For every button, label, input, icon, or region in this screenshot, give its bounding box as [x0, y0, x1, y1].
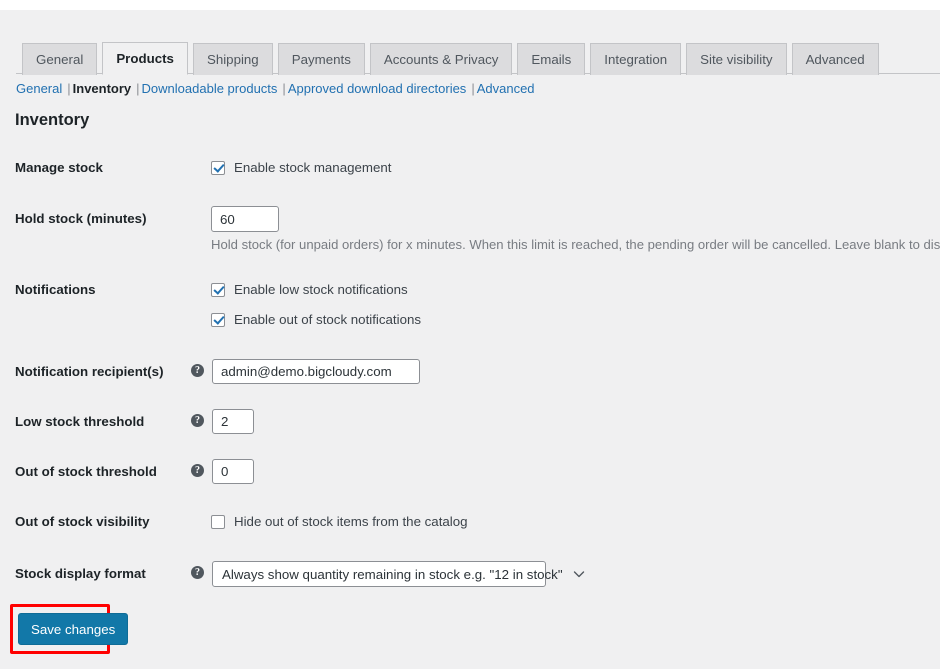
subnav-separator: |	[136, 81, 140, 96]
tab-products[interactable]: Products	[102, 42, 188, 75]
checkbox-enable-out-of-stock-notifications[interactable]	[211, 312, 225, 327]
subnav-item-general[interactable]: General	[16, 81, 62, 96]
input-notification-recipients[interactable]	[212, 359, 420, 384]
subnav-separator: |	[282, 81, 286, 96]
settings-tab-bar: General Products Shipping Payments Accou…	[22, 41, 884, 75]
label-stock-display-format: Stock display format	[15, 566, 146, 581]
tab-advanced[interactable]: Advanced	[791, 43, 879, 75]
checkbox-label-enable-out-of-stock-notifications[interactable]: Enable out of stock notifications	[234, 312, 421, 327]
help-icon-low-stock-threshold[interactable]: ?	[191, 414, 204, 427]
label-low-stock-threshold: Low stock threshold	[15, 414, 145, 429]
subnav-separator: |	[67, 81, 71, 96]
tab-emails[interactable]: Emails	[517, 43, 586, 75]
select-stock-display-format[interactable]: Always show quantity remaining in stock …	[212, 561, 584, 587]
tab-general[interactable]: General	[22, 43, 98, 75]
field-hide-out-of-stock-items[interactable]: Hide out of stock items from the catalog	[211, 514, 468, 529]
description-hold-stock: Hold stock (for unpaid orders) for x min…	[211, 237, 940, 252]
tab-integration[interactable]: Integration	[590, 43, 682, 75]
input-low-stock-threshold[interactable]	[212, 409, 254, 434]
checkbox-label-enable-stock-management[interactable]: Enable stock management	[234, 160, 391, 175]
subnav-item-advanced[interactable]: Advanced	[477, 81, 535, 96]
checkbox-enable-stock-management[interactable]	[211, 160, 225, 175]
field-enable-stock-management[interactable]: Enable stock management	[211, 160, 391, 175]
label-hold-stock: Hold stock (minutes)	[15, 211, 147, 226]
settings-subnav: General | Inventory | Downloadable products |…	[16, 81, 535, 96]
help-icon-notification-recipients[interactable]: ?	[191, 364, 204, 377]
tab-accounts-privacy[interactable]: Accounts & Privacy	[369, 43, 513, 75]
tab-site-visibility[interactable]: Site visibility	[686, 43, 787, 75]
subnav-item-downloadable-products[interactable]: Downloadable products	[142, 81, 278, 96]
subnav-item-approved-download-directories[interactable]: Approved download directories	[288, 81, 467, 96]
tab-shipping[interactable]: Shipping	[192, 43, 273, 75]
tab-payments[interactable]: Payments	[277, 43, 365, 75]
field-enable-low-stock-notifications[interactable]: Enable low stock notifications	[211, 282, 408, 297]
help-icon-stock-display-format[interactable]: ?	[191, 566, 204, 579]
input-out-of-stock-threshold[interactable]	[212, 459, 254, 484]
subnav-item-inventory[interactable]: Inventory	[73, 81, 132, 96]
label-out-of-stock-threshold: Out of stock threshold	[15, 464, 157, 479]
page-top-strip	[0, 0, 940, 10]
woocommerce-settings-page: General Products Shipping Payments Accou…	[0, 0, 940, 669]
page-title: Inventory	[15, 111, 90, 129]
checkbox-hide-out-of-stock-items[interactable]	[211, 514, 225, 529]
save-changes-button[interactable]: Save changes	[18, 613, 129, 645]
subnav-separator: |	[471, 81, 475, 96]
label-manage-stock: Manage stock	[15, 160, 103, 175]
input-hold-stock-minutes[interactable]	[211, 206, 279, 232]
label-out-of-stock-visibility: Out of stock visibility	[15, 514, 150, 529]
label-notification-recipients: Notification recipient(s)	[15, 364, 164, 379]
chevron-down-icon	[573, 571, 584, 578]
field-enable-out-of-stock-notifications[interactable]: Enable out of stock notifications	[211, 312, 421, 327]
checkbox-label-enable-low-stock-notifications[interactable]: Enable low stock notifications	[234, 282, 408, 297]
select-stock-display-format-value: Always show quantity remaining in stock …	[222, 566, 563, 582]
checkbox-label-hide-out-of-stock-items[interactable]: Hide out of stock items from the catalog	[234, 514, 468, 529]
checkbox-enable-low-stock-notifications[interactable]	[211, 282, 225, 297]
label-notifications: Notifications	[15, 282, 96, 297]
help-icon-out-of-stock-threshold[interactable]: ?	[191, 464, 204, 477]
